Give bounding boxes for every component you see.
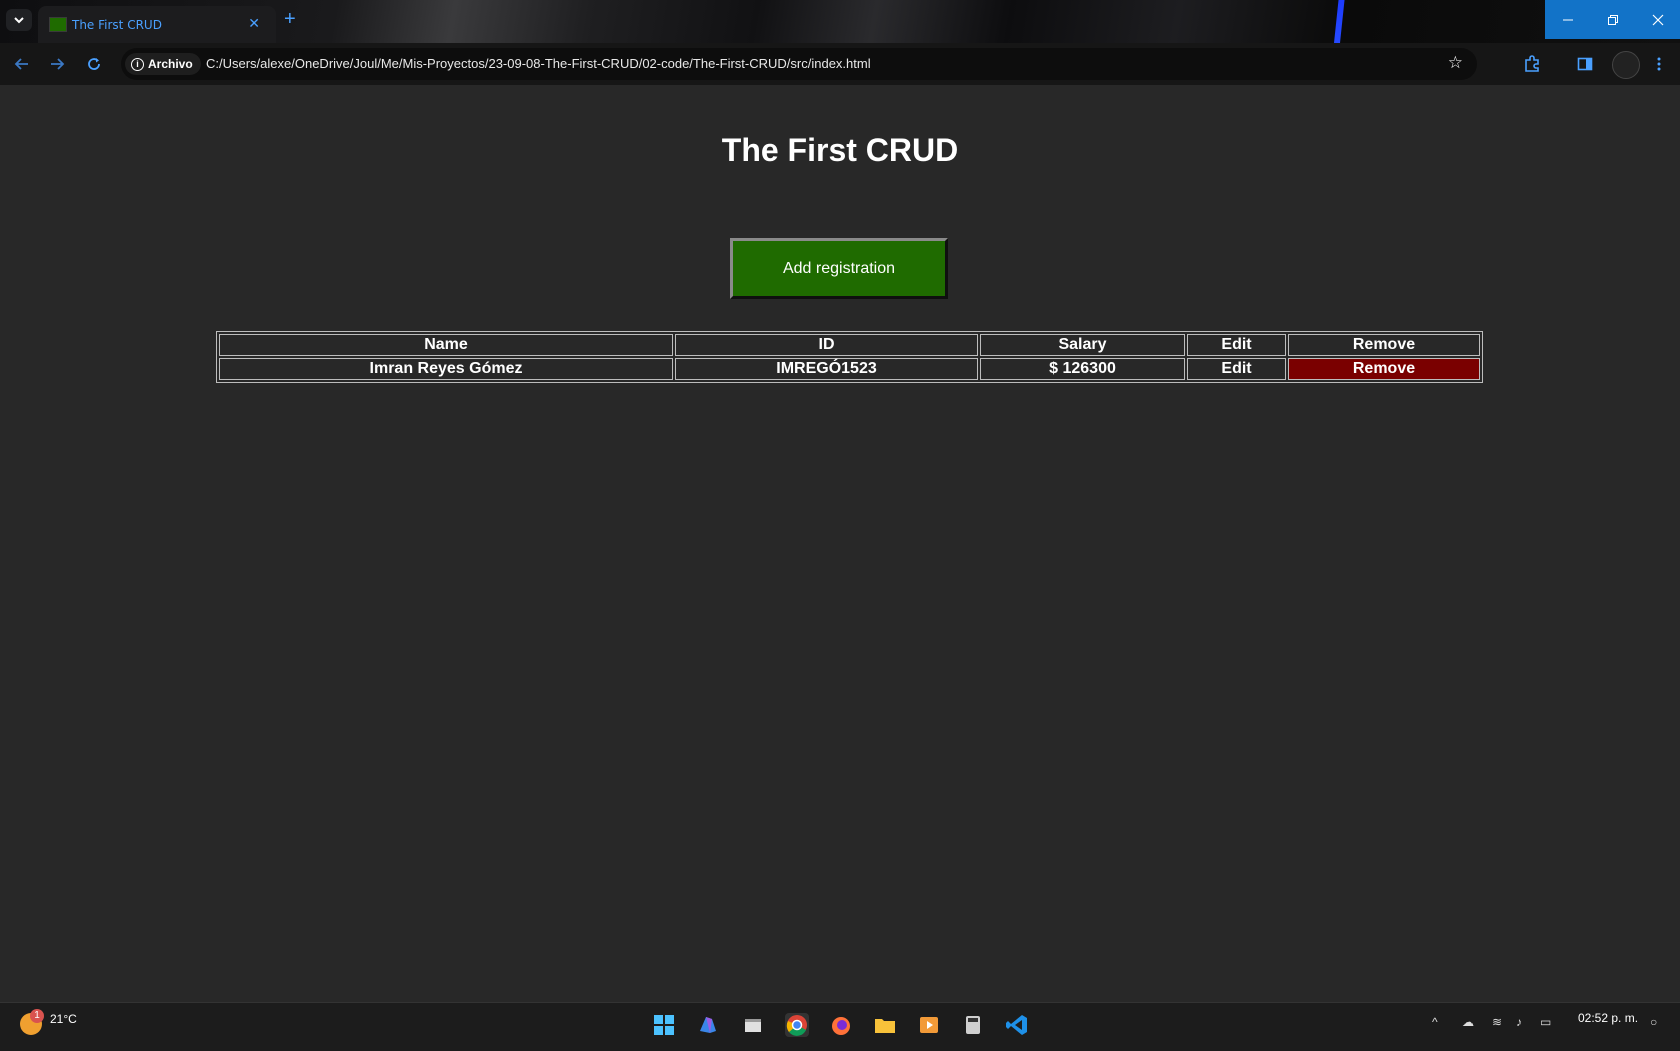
vscode-icon[interactable] <box>1005 1013 1029 1037</box>
onedrive-icon[interactable]: ☁ <box>1462 1015 1474 1029</box>
favicon-icon <box>49 17 67 32</box>
forward-button[interactable] <box>45 52 69 76</box>
table-header-row: Name ID Salary Edit Remove <box>219 334 1480 356</box>
close-window-button[interactable] <box>1635 0 1680 39</box>
wallpaper-streak <box>1329 0 1345 43</box>
new-tab-button[interactable]: + <box>284 8 296 31</box>
header-salary: Salary <box>980 334 1185 356</box>
header-name: Name <box>219 334 673 356</box>
task-view-icon[interactable] <box>741 1013 765 1037</box>
firefox-icon[interactable] <box>829 1013 853 1037</box>
copilot-icon[interactable] <box>696 1013 720 1037</box>
reload-icon <box>88 58 100 70</box>
site-info-chip[interactable]: i Archivo <box>125 53 201 75</box>
chevron-down-icon <box>14 17 24 24</box>
chrome-taskbar-icon[interactable] <box>785 1013 809 1037</box>
file-explorer-icon[interactable] <box>873 1013 897 1037</box>
tray-chevron-icon[interactable]: ^ <box>1432 1015 1438 1029</box>
cell-salary: $ 126300 <box>980 358 1185 380</box>
notification-badge: 1 <box>30 1009 44 1023</box>
arrow-right-icon <box>51 58 65 70</box>
start-icon[interactable] <box>652 1013 676 1037</box>
remove-button[interactable]: Remove <box>1288 358 1480 380</box>
restore-icon <box>1607 14 1618 25</box>
profile-avatar[interactable] <box>1612 51 1640 79</box>
cell-id: IMREGÓ1523 <box>675 358 978 380</box>
cell-name: Imran Reyes Gómez <box>219 358 673 380</box>
battery-icon[interactable]: ▭ <box>1540 1015 1551 1029</box>
clock[interactable]: 02:52 p. m. <box>1578 1011 1638 1025</box>
puzzle-icon <box>1525 55 1539 72</box>
security-chip-label: Archivo <box>148 57 193 71</box>
table-row: Imran Reyes Gómez IMREGÓ1523 $ 126300 Ed… <box>219 358 1480 380</box>
more-vertical-icon <box>1657 57 1661 71</box>
close-icon <box>1652 14 1663 25</box>
minimize-icon <box>1562 19 1573 20</box>
tab-close-icon[interactable]: ✕ <box>248 15 260 32</box>
side-panel-icon <box>1577 57 1593 71</box>
temperature-label[interactable]: 21°C <box>50 1012 77 1026</box>
page-title: The First CRUD <box>721 132 959 168</box>
edit-button[interactable]: Edit <box>1187 358 1286 380</box>
address-bar[interactable]: i Archivo C:/Users/alexe/OneDrive/Joul/M… <box>121 48 1477 80</box>
extensions-button[interactable] <box>1521 53 1543 75</box>
browser-titlebar: The First CRUD ✕ + <box>0 0 1680 43</box>
wifi-icon[interactable]: ≋ <box>1492 1015 1502 1029</box>
header-edit: Edit <box>1187 334 1286 356</box>
browser-tab[interactable]: The First CRUD ✕ <box>38 6 276 43</box>
header-id: ID <box>675 334 978 356</box>
restore-button[interactable] <box>1590 0 1635 39</box>
volume-icon[interactable]: ♪ <box>1516 1015 1522 1029</box>
browser-toolbar: i Archivo C:/Users/alexe/OneDrive/Joul/M… <box>0 43 1680 85</box>
url-text[interactable]: C:/Users/alexe/OneDrive/Joul/Me/Mis-Proy… <box>206 56 871 71</box>
registrations-table: Name ID Salary Edit Remove Imran Reyes G… <box>216 331 1483 383</box>
info-icon: i <box>131 57 144 71</box>
tab-search-button[interactable] <box>6 9 32 31</box>
header-remove: Remove <box>1288 334 1480 356</box>
back-button[interactable] <box>10 52 34 76</box>
reload-button[interactable] <box>82 52 106 76</box>
bookmark-star-icon[interactable]: ☆ <box>1448 53 1463 73</box>
notifications-icon[interactable]: ○ <box>1650 1015 1657 1029</box>
arrow-left-icon <box>14 58 28 70</box>
minimize-button[interactable] <box>1545 0 1590 39</box>
media-player-icon[interactable] <box>917 1013 941 1037</box>
menu-button[interactable] <box>1648 53 1670 75</box>
tab-title: The First CRUD <box>72 18 162 32</box>
taskbar: 1 21°C ^ ☁ ≋ ♪ ▭ 02:52 p. m. ○ <box>0 1002 1680 1051</box>
side-panel-button[interactable] <box>1574 53 1596 75</box>
calculator-icon[interactable] <box>961 1013 985 1037</box>
add-registration-button[interactable]: Add registration <box>730 238 948 299</box>
